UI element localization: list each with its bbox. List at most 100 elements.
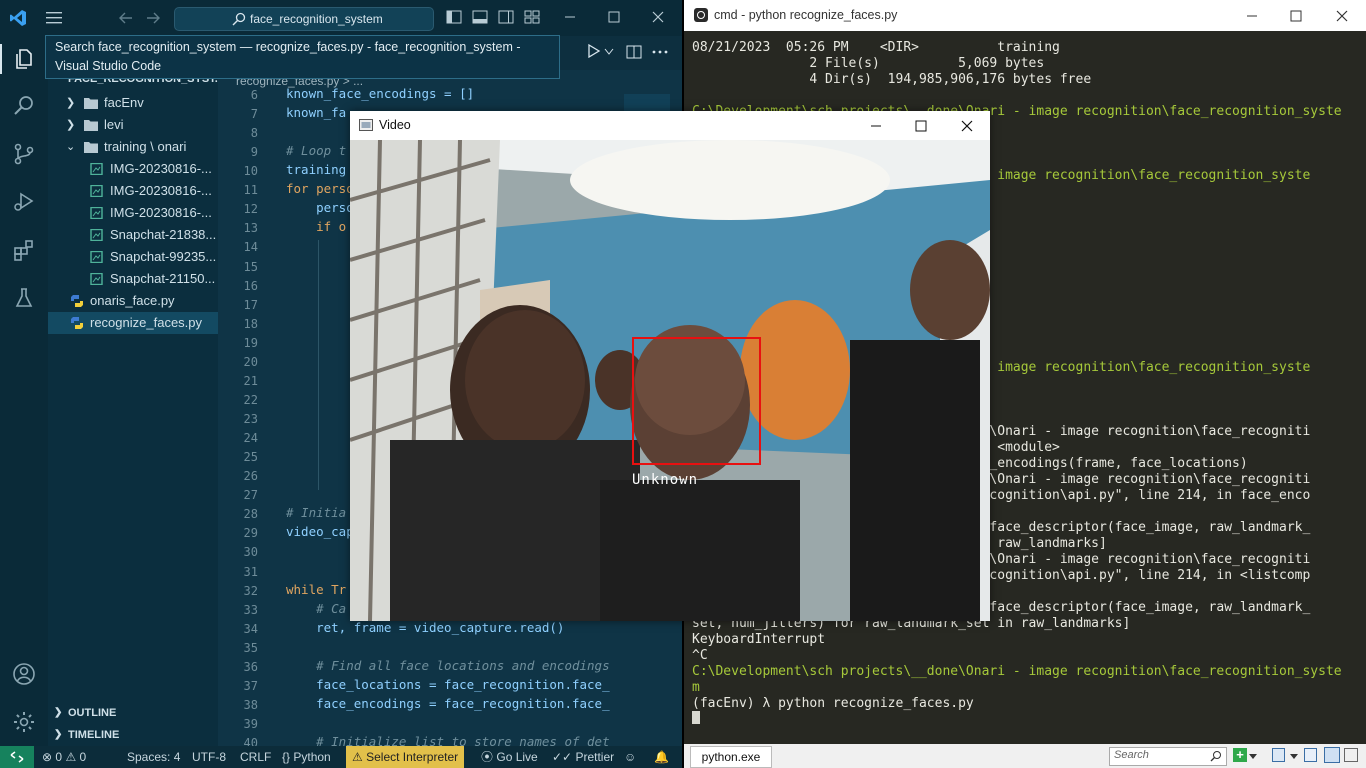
line-number: 7	[250, 107, 258, 122]
line-number: 27	[243, 488, 258, 503]
tree-item[interactable]: onaris_face.py	[48, 290, 218, 312]
source-control-icon[interactable]	[12, 142, 36, 166]
text-cursor	[692, 711, 700, 724]
customize-layout-icon[interactable]	[524, 9, 540, 25]
view-toggle-icon[interactable]	[1324, 747, 1340, 763]
line-number: 14	[243, 240, 258, 255]
python-file-icon	[71, 317, 83, 329]
cmder-app-icon	[694, 8, 708, 22]
split-console-icon[interactable]	[1304, 748, 1317, 762]
timeline-section[interactable]: ❯ TIMELINE	[48, 724, 218, 746]
more-actions-icon[interactable]	[652, 50, 668, 54]
minimize-icon[interactable]	[868, 118, 884, 134]
play-icon	[588, 43, 601, 59]
console-line: 08/21/2023 05:26 PM <DIR> training	[692, 40, 1060, 55]
notifications-bell-icon[interactable]: 🔔	[654, 746, 669, 768]
eol-status[interactable]: CRLF	[240, 746, 271, 768]
prettier-status[interactable]: ✓✓ Prettier	[552, 746, 614, 768]
feedback-icon[interactable]: ☺	[624, 746, 636, 768]
tree-item[interactable]: IMG-20230816-...	[48, 158, 218, 180]
testing-flask-icon[interactable]	[12, 286, 36, 310]
remote-indicator[interactable]	[0, 746, 34, 768]
window-title-tooltip: Search face_recognition_system — recogni…	[45, 35, 560, 79]
line-number: 39	[243, 716, 258, 731]
tree-item-label: facEnv	[104, 95, 144, 110]
tree-item-label: Snapchat-21150...	[110, 271, 216, 286]
new-console-icon[interactable]: +	[1233, 748, 1247, 762]
explorer-icon[interactable]	[12, 47, 36, 71]
console-line: (facEnv) λ python recognize_faces.py	[692, 696, 974, 711]
outline-section[interactable]: ❯ OUTLINE	[48, 702, 218, 724]
language-mode[interactable]: {} Python	[282, 746, 331, 768]
search-icon[interactable]	[12, 94, 36, 118]
split-editor-icon[interactable]	[626, 44, 642, 60]
console-search-input[interactable]: Search	[1109, 747, 1227, 766]
tree-item[interactable]: IMG-20230816-...	[48, 202, 218, 224]
line-number: 11	[243, 183, 258, 198]
line-number: 13	[243, 221, 258, 236]
accounts-icon[interactable]	[12, 662, 36, 686]
image-file-icon	[90, 273, 103, 285]
chevron-down-icon: ⌄	[66, 141, 76, 153]
chevron-down-icon[interactable]	[1249, 754, 1257, 759]
run-python-button[interactable]	[587, 43, 601, 63]
maximize-icon[interactable]	[606, 9, 622, 25]
window-app-icon	[359, 119, 373, 131]
tree-item[interactable]: Snapchat-99235...	[48, 246, 218, 268]
status-bar: ⊗ 0 ⚠ 0 Spaces: 4 UTF-8 CRLF {} Python ⚠…	[0, 746, 682, 768]
line-number: 12	[243, 202, 258, 217]
tree-item[interactable]: IMG-20230816-...	[48, 180, 218, 202]
back-arrow-icon[interactable]	[118, 11, 134, 25]
explorer-sidebar: FACE_RECOGNITION_SYST... ❯ facEnv ❯ levi ⌄ tr…	[48, 70, 224, 746]
error-icon: ⊗	[42, 750, 53, 764]
select-interpreter-button[interactable]: ⚠ Select Interpreter	[346, 746, 465, 768]
interpreter-label: Select Interpreter	[366, 750, 459, 764]
minimize-icon[interactable]	[1244, 8, 1260, 24]
go-live-button[interactable]: ⦿ Go Live	[481, 746, 538, 768]
run-debug-icon[interactable]	[12, 190, 36, 214]
line-number: 32	[243, 583, 258, 598]
chevron-right-icon: ❯	[66, 97, 76, 109]
tree-item-label: Snapchat-21838...	[110, 227, 217, 242]
tree-item[interactable]: ❯ levi	[48, 114, 218, 136]
menu-icon[interactable]	[1344, 748, 1358, 762]
close-icon[interactable]	[1334, 8, 1350, 24]
minimize-icon[interactable]	[562, 9, 578, 25]
tree-item[interactable]: Snapchat-21838...	[48, 224, 218, 246]
line-number: 37	[243, 678, 258, 693]
chevron-down-icon[interactable]	[1290, 754, 1298, 759]
tree-item[interactable]: Snapchat-21150...	[48, 268, 218, 290]
search-icon	[232, 12, 246, 26]
toggle-panel-icon[interactable]	[472, 9, 488, 25]
toggle-sidebar-icon[interactable]	[446, 9, 462, 25]
code-line: video_cap	[286, 524, 354, 540]
close-icon[interactable]	[959, 118, 975, 134]
line-number: 35	[243, 640, 258, 655]
tree-item[interactable]: recognize_faces.py	[48, 312, 218, 334]
braces-icon: {}	[282, 750, 291, 764]
code-line: # Find all face locations and encodings	[286, 657, 610, 673]
close-icon[interactable]	[650, 9, 666, 25]
command-center-search[interactable]: face_recognition_system	[174, 7, 434, 31]
tree-item[interactable]: ⌄ training \ onari	[48, 136, 218, 158]
extensions-icon[interactable]	[12, 238, 36, 262]
forward-arrow-icon[interactable]	[145, 11, 161, 25]
settings-gear-icon[interactable]	[12, 710, 36, 734]
indentation-status[interactable]: Spaces: 4	[127, 746, 180, 768]
tree-item-label: IMG-20230816-...	[110, 183, 212, 198]
console-list-icon[interactable]	[1272, 748, 1285, 762]
code-line: if o	[286, 219, 347, 235]
maximize-icon[interactable]	[913, 118, 929, 134]
maximize-icon[interactable]	[1288, 8, 1304, 24]
line-number: 21	[243, 373, 258, 388]
problems-indicator[interactable]: ⊗ 0 ⚠ 0	[42, 746, 86, 768]
tree-item[interactable]: ❯ facEnv	[48, 92, 218, 114]
vscode-logo-icon	[10, 10, 26, 26]
toggle-secondary-sidebar-icon[interactable]	[498, 9, 514, 25]
encoding-status[interactable]: UTF-8	[192, 746, 226, 768]
console-tab[interactable]: python.exe	[690, 746, 772, 768]
menu-icon[interactable]	[46, 11, 62, 25]
chevron-down-icon[interactable]	[604, 48, 614, 56]
code-line: ret, frame = video_capture.read()	[286, 619, 565, 635]
chevron-right-icon: ❯	[54, 729, 63, 740]
